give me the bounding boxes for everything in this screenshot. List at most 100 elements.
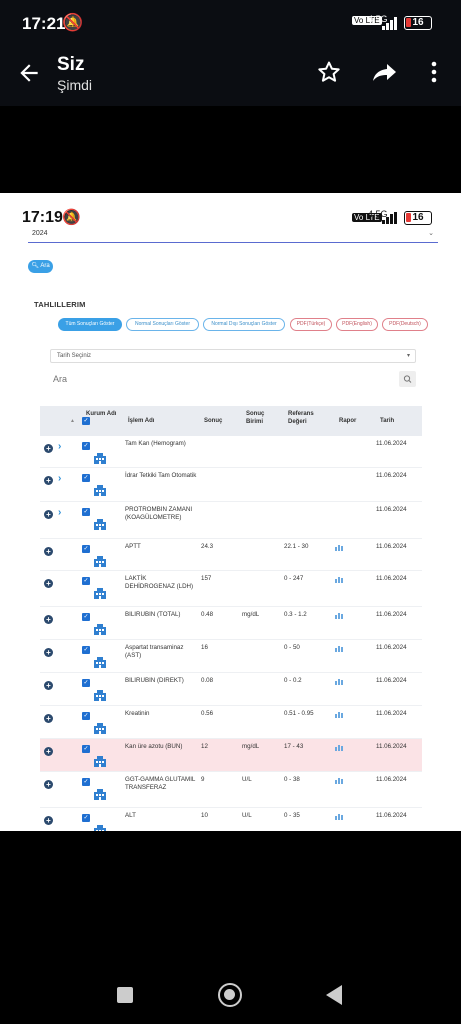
table-row[interactable]: + ✓ BILIRUBIN (TOTAL) 0.48 mg/dL 0.3 - 1.2 11.… — [40, 607, 422, 640]
app-bar: Siz Şimdi — [0, 48, 461, 106]
share-icon[interactable] — [372, 60, 398, 84]
hospital-building-icon — [94, 723, 106, 734]
battery-icon: 16 — [404, 16, 432, 30]
plus-circle-icon[interactable]: + — [44, 780, 53, 789]
test-date: 11.06.2024 — [376, 710, 407, 717]
report-chart-icon[interactable] — [335, 678, 343, 685]
plus-circle-icon[interactable]: + — [44, 579, 53, 588]
hospital-building-icon — [94, 756, 106, 767]
header-sonuc[interactable]: Sonuç — [204, 417, 222, 425]
header-rapor[interactable]: Rapor — [339, 417, 356, 425]
table-row[interactable]: + ✓ LAKTİK DEHİDROGENAZ (LDH) 157 0 - 247 11.… — [40, 571, 422, 607]
header-islem[interactable]: İşlem Adı — [128, 417, 154, 425]
row-checkbox[interactable]: ✓ — [82, 745, 90, 753]
select-all-checkbox[interactable]: ✓ — [82, 417, 90, 425]
search-icon: 🔍︎ — [31, 263, 39, 269]
table-row[interactable]: + › ✓ İdrar Tetkiki Tam Otomatik 11.06.2024 — [40, 468, 422, 502]
table-row[interactable]: + ✓ Kreatinin 0.56 0.51 - 0.95 11.06.2024 — [40, 706, 422, 739]
plus-circle-icon[interactable]: + — [44, 747, 53, 756]
search-button[interactable]: 🔍︎ Ara — [28, 260, 53, 273]
plus-circle-icon[interactable]: + — [44, 444, 53, 453]
table-row[interactable]: + ✓ BILIRUBIN (DIREKT) 0.08 0 - 0.2 11.06.202… — [40, 673, 422, 706]
more-vert-icon[interactable] — [430, 60, 438, 84]
search-input-button[interactable] — [399, 371, 416, 387]
test-name: Kan üre azotu (BUN) — [125, 743, 183, 750]
pdf-deutsch-button[interactable]: PDF(Deutsch) — [382, 318, 428, 331]
year-select[interactable]: 2024 ⌄ — [28, 229, 438, 243]
plus-circle-icon[interactable]: + — [44, 681, 53, 690]
header-kurum[interactable]: Kurum Adı — [86, 410, 116, 418]
row-checkbox[interactable]: ✓ — [82, 545, 90, 553]
chevron-down-icon: ▾ — [406, 353, 410, 359]
search-button-label: Ara — [40, 263, 50, 269]
test-reference: 17 - 43 — [284, 743, 304, 750]
test-date: 11.06.2024 — [376, 575, 407, 582]
sort-icon[interactable]: ▲ — [70, 417, 75, 425]
pdf-english-button[interactable]: PDF(English) — [336, 318, 378, 331]
plus-circle-icon[interactable]: + — [44, 816, 53, 825]
row-checkbox[interactable]: ✓ — [82, 442, 90, 450]
row-checkbox[interactable]: ✓ — [82, 814, 90, 822]
back-triangle-icon[interactable] — [326, 985, 342, 1005]
header-birim[interactable]: Sonuç Birimi — [246, 410, 276, 426]
report-chart-icon[interactable] — [335, 576, 343, 583]
test-name: Kreatinin — [125, 710, 150, 717]
plus-circle-icon[interactable]: + — [44, 476, 53, 485]
back-arrow-icon[interactable] — [16, 60, 42, 86]
report-chart-icon[interactable] — [335, 777, 343, 784]
report-chart-icon[interactable] — [335, 544, 343, 551]
hospital-building-icon — [94, 690, 106, 701]
star-icon[interactable] — [317, 60, 341, 84]
search-input[interactable] — [50, 371, 400, 387]
bell-muted-icon: 🔕 — [62, 13, 84, 32]
report-chart-icon[interactable] — [335, 813, 343, 820]
report-chart-icon[interactable] — [335, 612, 343, 619]
filter-all-results[interactable]: Tüm Sonuçları Göster — [58, 318, 122, 331]
header-referans[interactable]: Referans Değeri — [288, 410, 320, 426]
filter-abnormal-results[interactable]: Normal Dışı Sonuçları Göster — [203, 318, 285, 331]
table-header: ✓ ▲ Kurum Adı İşlem Adı Sonuç Sonuç Biri… — [40, 406, 422, 436]
test-reference: 0.3 - 1.2 — [284, 611, 307, 618]
recents-icon[interactable] — [117, 987, 133, 1003]
report-chart-icon[interactable] — [335, 645, 343, 652]
year-select-value: 2024 — [32, 230, 48, 237]
table-row[interactable]: + ✓ ALT 10 U/L 0 - 35 11.06.2024 — [40, 808, 422, 831]
test-date: 11.06.2024 — [376, 472, 407, 479]
chevron-right-icon[interactable]: › — [58, 474, 61, 484]
test-name: Aspartat transaminaz (AST) — [125, 644, 184, 659]
report-chart-icon[interactable] — [335, 744, 343, 751]
row-checkbox[interactable]: ✓ — [82, 712, 90, 720]
row-checkbox[interactable]: ✓ — [82, 508, 90, 516]
row-checkbox[interactable]: ✓ — [82, 679, 90, 687]
test-name: BILIRUBIN (TOTAL) — [125, 611, 181, 618]
report-chart-icon[interactable] — [335, 711, 343, 718]
table-row[interactable]: + ✓ GGT-GAMMA GLUTAMIL TRANSFERAZ 9 U/L 0 - 3… — [40, 772, 422, 808]
home-icon[interactable] — [218, 983, 242, 1007]
row-checkbox[interactable]: ✓ — [82, 613, 90, 621]
plus-circle-icon[interactable]: + — [44, 714, 53, 723]
chevron-right-icon[interactable]: › — [58, 508, 61, 518]
bell-muted-icon: 🔕 — [62, 209, 81, 226]
table-row[interactable]: + ✓ Kan üre azotu (BUN) 12 mg/dL 17 - 43 11.06… — [40, 739, 422, 772]
table-row[interactable]: + › ✓ PROTROMBIN ZAMANI (KOAGÜLOMETRE) 11.06… — [40, 502, 422, 539]
plus-circle-icon[interactable]: + — [44, 510, 53, 519]
header-tarih[interactable]: Tarih — [380, 417, 394, 425]
row-checkbox[interactable]: ✓ — [82, 577, 90, 585]
chevron-right-icon[interactable]: › — [58, 442, 61, 452]
date-select[interactable]: Tarih Seçiniz ▾ — [50, 349, 416, 363]
plus-circle-icon[interactable]: + — [44, 547, 53, 556]
filter-normal-results[interactable]: Normal Sonuçları Göster — [126, 318, 199, 331]
table-row[interactable]: + ✓ Aspartat transaminaz (AST) 16 0 - 50 11.0… — [40, 640, 422, 673]
test-reference: 22.1 - 30 — [284, 543, 309, 550]
row-checkbox[interactable]: ✓ — [82, 646, 90, 654]
plus-circle-icon[interactable]: + — [44, 615, 53, 624]
inner-status-bar: 17:19 🔕 Vo LTE 4.5G 16 — [0, 193, 461, 233]
test-unit: U/L — [242, 776, 252, 783]
row-checkbox[interactable]: ✓ — [82, 474, 90, 482]
pdf-turkish-button[interactable]: PDF(Türkçe) — [290, 318, 332, 331]
test-result: 0.08 — [201, 677, 214, 684]
plus-circle-icon[interactable]: + — [44, 648, 53, 657]
table-row[interactable]: + ✓ APTT 24.3 22.1 - 30 11.06.2024 — [40, 539, 422, 571]
row-checkbox[interactable]: ✓ — [82, 778, 90, 786]
table-row[interactable]: + › ✓ Tam Kan (Hemogram) 11.06.2024 — [40, 436, 422, 468]
